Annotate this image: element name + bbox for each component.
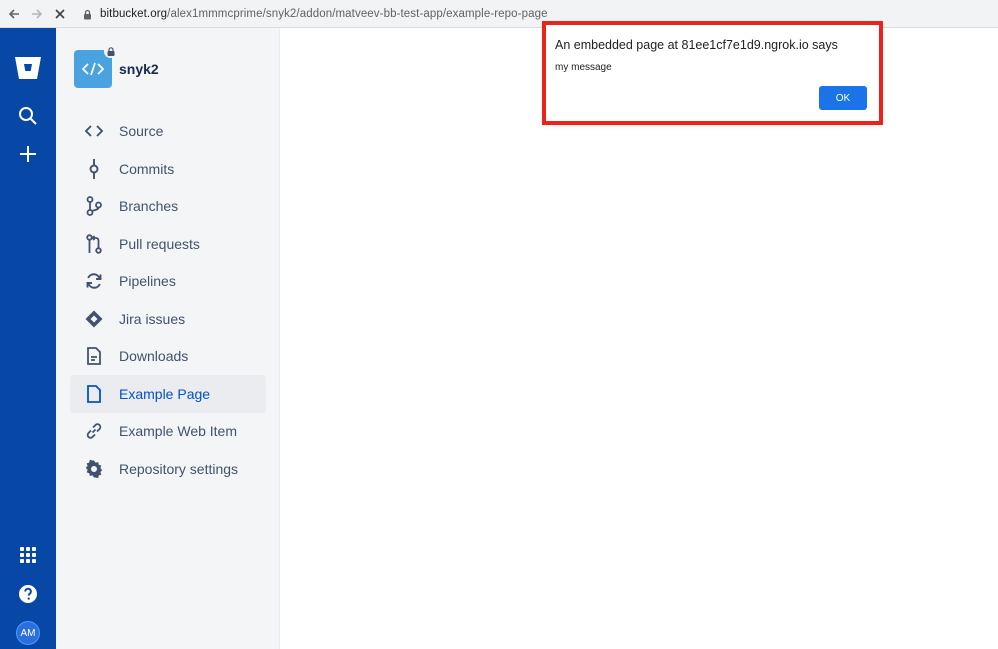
pull-request-icon [82, 232, 106, 256]
code-brackets-icon [82, 62, 104, 76]
bitbucket-logo[interactable] [0, 55, 56, 81]
commit-icon [82, 157, 106, 181]
sidebar-item-example-web-item[interactable]: Example Web Item [70, 412, 266, 450]
address-bar[interactable]: bitbucket.org/alex1mmmcprime/snyk2/addon… [80, 4, 548, 24]
sidebar-item-example-page[interactable]: Example Page [70, 375, 266, 413]
sidebar-item-label: Repository settings [119, 461, 239, 477]
sidebar-item-label: Example Web Item [119, 423, 238, 439]
sidebar-item-commits[interactable]: Commits [70, 150, 266, 188]
jira-icon [82, 307, 106, 331]
sidebar-item-label: Pull requests [119, 236, 200, 252]
pipelines-icon [82, 269, 106, 293]
repo-name: snyk2 [119, 61, 159, 77]
sidebar-item-repository-settings[interactable]: Repository settings [70, 450, 266, 488]
repository-sidebar: snyk2 Source Commits Branches Pull reque… [56, 28, 280, 649]
avatar: AM [16, 621, 40, 645]
app-switcher-icon [20, 547, 36, 563]
create-button[interactable] [0, 144, 56, 164]
page-icon [82, 382, 106, 406]
sidebar-item-label: Branches [119, 198, 179, 214]
sidebar-item-label: Source [119, 123, 164, 139]
close-icon [55, 9, 65, 19]
global-nav: AM [0, 28, 56, 649]
highlight-box [542, 21, 883, 125]
plus-icon [20, 146, 36, 162]
sidebar-item-source[interactable]: Source [70, 112, 266, 150]
repo-header[interactable]: snyk2 [74, 45, 159, 88]
sidebar-item-label: Jira issues [119, 311, 186, 327]
url-text: bitbucket.org/alex1mmmcprime/snyk2/addon… [100, 8, 548, 20]
sidebar-item-pipelines[interactable]: Pipelines [70, 262, 266, 300]
url-host: bitbucket.org [100, 8, 168, 20]
forward-arrow-icon [32, 9, 43, 19]
url-path: /alex1mmmcprime/snyk2/addon/matveev-bb-t… [167, 8, 548, 20]
back-button[interactable] [2, 2, 26, 26]
bitbucket-icon [15, 57, 41, 79]
sidebar-item-label: Example Page [119, 386, 211, 402]
code-icon [82, 119, 106, 143]
profile-button[interactable]: AM [0, 621, 56, 645]
branch-icon [82, 194, 106, 218]
sidebar-item-jira-issues[interactable]: Jira issues [70, 300, 266, 338]
search-icon [19, 107, 37, 125]
private-lock-icon [104, 45, 117, 58]
search-button[interactable] [0, 106, 56, 126]
stop-button[interactable] [48, 2, 72, 26]
help-icon [19, 585, 37, 603]
sidebar-item-pull-requests[interactable]: Pull requests [70, 225, 266, 263]
sidebar-item-downloads[interactable]: Downloads [70, 337, 266, 375]
app-switcher-button[interactable] [0, 546, 56, 564]
forward-button[interactable] [25, 2, 49, 26]
sidebar-item-branches[interactable]: Branches [70, 187, 266, 225]
lock-icon [80, 7, 94, 21]
sidebar-item-label: Pipelines [119, 273, 176, 289]
link-icon [82, 419, 106, 443]
gear-icon [82, 457, 106, 481]
back-arrow-icon [8, 9, 19, 19]
repo-avatar [74, 45, 117, 88]
sidebar-item-label: Downloads [119, 348, 189, 364]
downloads-icon [82, 344, 106, 368]
help-button[interactable] [0, 584, 56, 604]
sidebar-item-label: Commits [119, 161, 175, 177]
